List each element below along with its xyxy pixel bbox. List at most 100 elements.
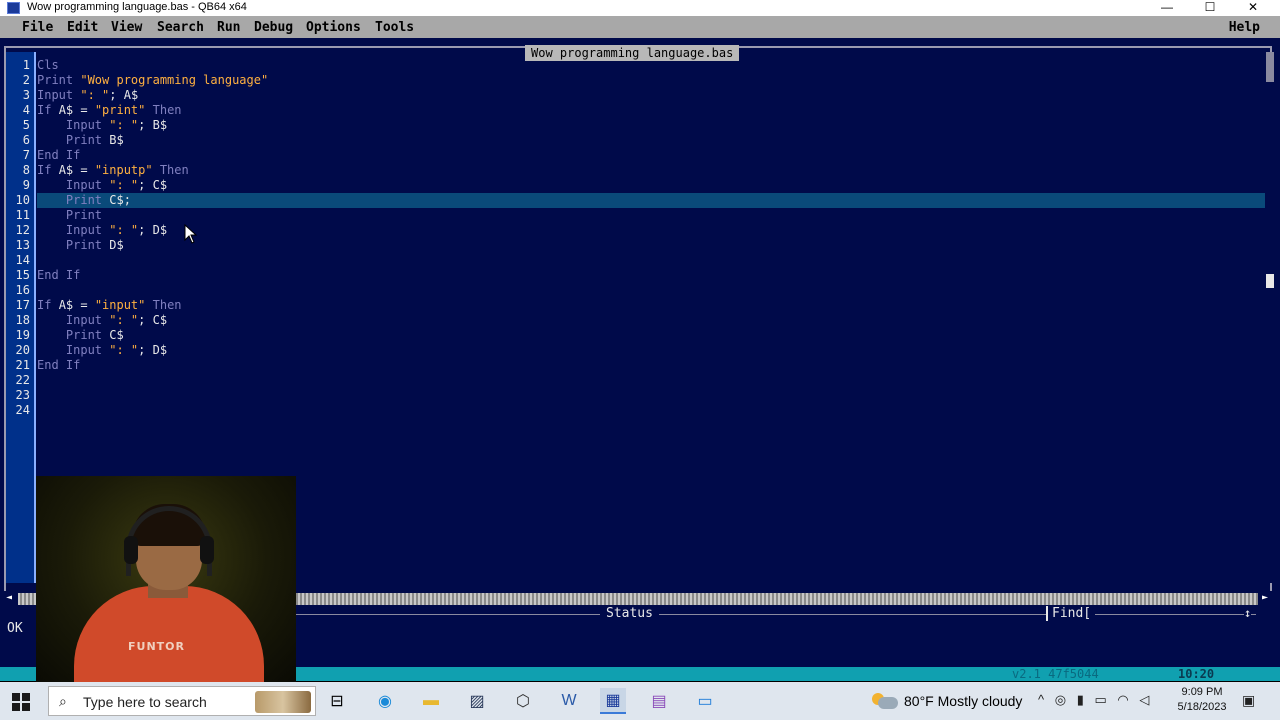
code-line[interactable]: End If xyxy=(37,268,80,283)
code-line[interactable]: Print xyxy=(37,208,102,223)
code-token: B$ xyxy=(109,133,124,147)
line-number: 21 xyxy=(15,358,30,372)
menu-debug[interactable]: Debug xyxy=(254,20,293,35)
code-token: C$; xyxy=(109,193,131,207)
code-line[interactable]: Print B$ xyxy=(37,133,124,148)
code-token: Input xyxy=(37,223,110,237)
line-number: 16 xyxy=(15,283,30,297)
code-line[interactable]: Input ": "; C$ xyxy=(37,313,167,328)
menu-search[interactable]: Search xyxy=(157,20,204,35)
code-token: ; C$ xyxy=(138,313,168,327)
code-token: ; A$ xyxy=(109,88,139,102)
find-toggle-icon[interactable]: ↕ xyxy=(1244,606,1252,620)
code-token: D$ xyxy=(109,238,124,252)
code-line[interactable]: Print C$; xyxy=(37,193,1265,208)
status-message: OK xyxy=(7,621,23,636)
chevron-up-icon[interactable]: ^ xyxy=(1038,692,1044,707)
close-button[interactable]: ✕ xyxy=(1231,0,1275,16)
qb64-icon[interactable]: ▦ xyxy=(600,688,626,714)
window-title-bar: Wow programming language.bas - QB64 x64 … xyxy=(0,0,1280,16)
line-number: 20 xyxy=(15,343,30,357)
code-token: Print xyxy=(37,328,110,342)
app-icon[interactable]: ▨ xyxy=(464,688,490,714)
notifications-icon[interactable]: ▣ xyxy=(1242,692,1255,709)
line-number: 9 xyxy=(22,178,30,192)
status-title: Status xyxy=(600,606,659,621)
menu-edit[interactable]: Edit xyxy=(67,20,98,35)
line-number: 8 xyxy=(22,163,30,177)
menu-options[interactable]: Options xyxy=(306,20,361,35)
taskbar-search-box[interactable]: ⌕ Type here to search xyxy=(48,686,316,716)
code-line[interactable]: Input ": "; B$ xyxy=(37,118,167,133)
line-number: 17 xyxy=(15,298,30,312)
speaker-icon[interactable]: ◁ xyxy=(1139,692,1149,707)
code-line[interactable]: Print D$ xyxy=(37,238,124,253)
code-line[interactable]: If A$ = "print" Then xyxy=(37,103,182,118)
scroll-right-arrow-icon[interactable]: ► xyxy=(1262,592,1268,603)
line-number: 24 xyxy=(15,403,30,417)
scroll-up-region[interactable] xyxy=(1266,52,1274,82)
menu-bar: File Edit View Search Run Debug Options … xyxy=(0,16,1280,38)
headset-left-ear xyxy=(124,536,138,564)
menu-help[interactable]: Help xyxy=(1229,20,1260,35)
code-line[interactable]: End If xyxy=(37,148,80,163)
windows-start-icon[interactable] xyxy=(12,693,30,711)
code-token: ": " xyxy=(109,223,139,237)
clock-date: 5/18/2023 xyxy=(1177,701,1227,713)
menu-file[interactable]: File xyxy=(22,20,53,35)
code-line[interactable]: If A$ = "input" Then xyxy=(37,298,182,313)
menu-view[interactable]: View xyxy=(111,20,142,35)
code-line[interactable]: Print C$ xyxy=(37,328,124,343)
line-number: 5 xyxy=(22,118,30,132)
code-token: ; D$ xyxy=(138,343,168,357)
code-line[interactable]: Input ": "; C$ xyxy=(37,178,167,193)
weather-widget[interactable]: 80°F Mostly cloudy xyxy=(872,688,1022,714)
weather-temperature: 80°F xyxy=(904,693,934,709)
microphone-icon[interactable]: ▮ xyxy=(1077,692,1084,707)
vertical-scrollbar[interactable] xyxy=(1266,52,1274,583)
code-token: A$ = xyxy=(58,298,95,312)
search-highlight-image xyxy=(255,691,311,713)
code-token: Input xyxy=(37,178,110,192)
search-icon: ⌕ xyxy=(59,693,67,709)
edge-icon[interactable]: ◉ xyxy=(372,688,398,714)
code-token: ; C$ xyxy=(138,178,168,192)
code-line[interactable]: Input ": "; D$ xyxy=(37,343,167,358)
code-token: Input xyxy=(37,343,110,357)
line-number: 23 xyxy=(15,388,30,402)
scroll-thumb[interactable] xyxy=(1266,274,1274,288)
menu-tools[interactable]: Tools xyxy=(375,20,414,35)
code-token: Then xyxy=(145,103,182,117)
system-clock[interactable]: 9:09 PM 5/18/2023 xyxy=(1172,685,1232,715)
code-token: Print xyxy=(37,73,81,87)
meet-icon[interactable]: ◎ xyxy=(1055,692,1066,707)
scroll-left-arrow-icon[interactable]: ◄ xyxy=(6,592,12,603)
taskbar: ⌕ Type here to search ⊟ ◉ ▬ ▨ ⬡ W ▦ ▤ ▭ … xyxy=(0,682,1280,720)
code-line[interactable]: Input ": "; D$ xyxy=(37,223,167,238)
code-line[interactable]: Cls xyxy=(37,58,59,73)
webcam-shirt xyxy=(74,586,264,682)
code-token: Print xyxy=(37,133,110,147)
word-icon[interactable]: W xyxy=(556,688,582,714)
code-token: ; B$ xyxy=(138,118,168,132)
code-token: ": " xyxy=(109,178,139,192)
unity-icon[interactable]: ⬡ xyxy=(510,688,536,714)
app-window-icon[interactable]: ▭ xyxy=(692,688,718,714)
wifi-icon[interactable]: ◠ xyxy=(1117,692,1128,707)
code-line[interactable]: If A$ = "inputp" Then xyxy=(37,163,189,178)
video-editor-icon[interactable]: ▤ xyxy=(646,688,672,714)
code-line[interactable]: End If xyxy=(37,358,80,373)
code-line[interactable]: Print "Wow programming language" xyxy=(37,73,268,88)
line-number: 4 xyxy=(22,103,30,117)
code-token: If xyxy=(37,103,59,117)
file-explorer-icon[interactable]: ▬ xyxy=(418,688,444,714)
minimize-button[interactable]: — xyxy=(1145,0,1189,16)
find-field[interactable]: Find[ xyxy=(1046,606,1096,621)
code-token: Then xyxy=(152,163,189,177)
menu-run[interactable]: Run xyxy=(217,20,240,35)
code-token: "print" xyxy=(94,103,146,117)
task-view-icon[interactable]: ⊟ xyxy=(324,688,350,714)
maximize-button[interactable]: ☐ xyxy=(1188,0,1232,16)
battery-icon[interactable]: ▭ xyxy=(1094,692,1106,707)
code-line[interactable]: Input ": "; A$ xyxy=(37,88,138,103)
